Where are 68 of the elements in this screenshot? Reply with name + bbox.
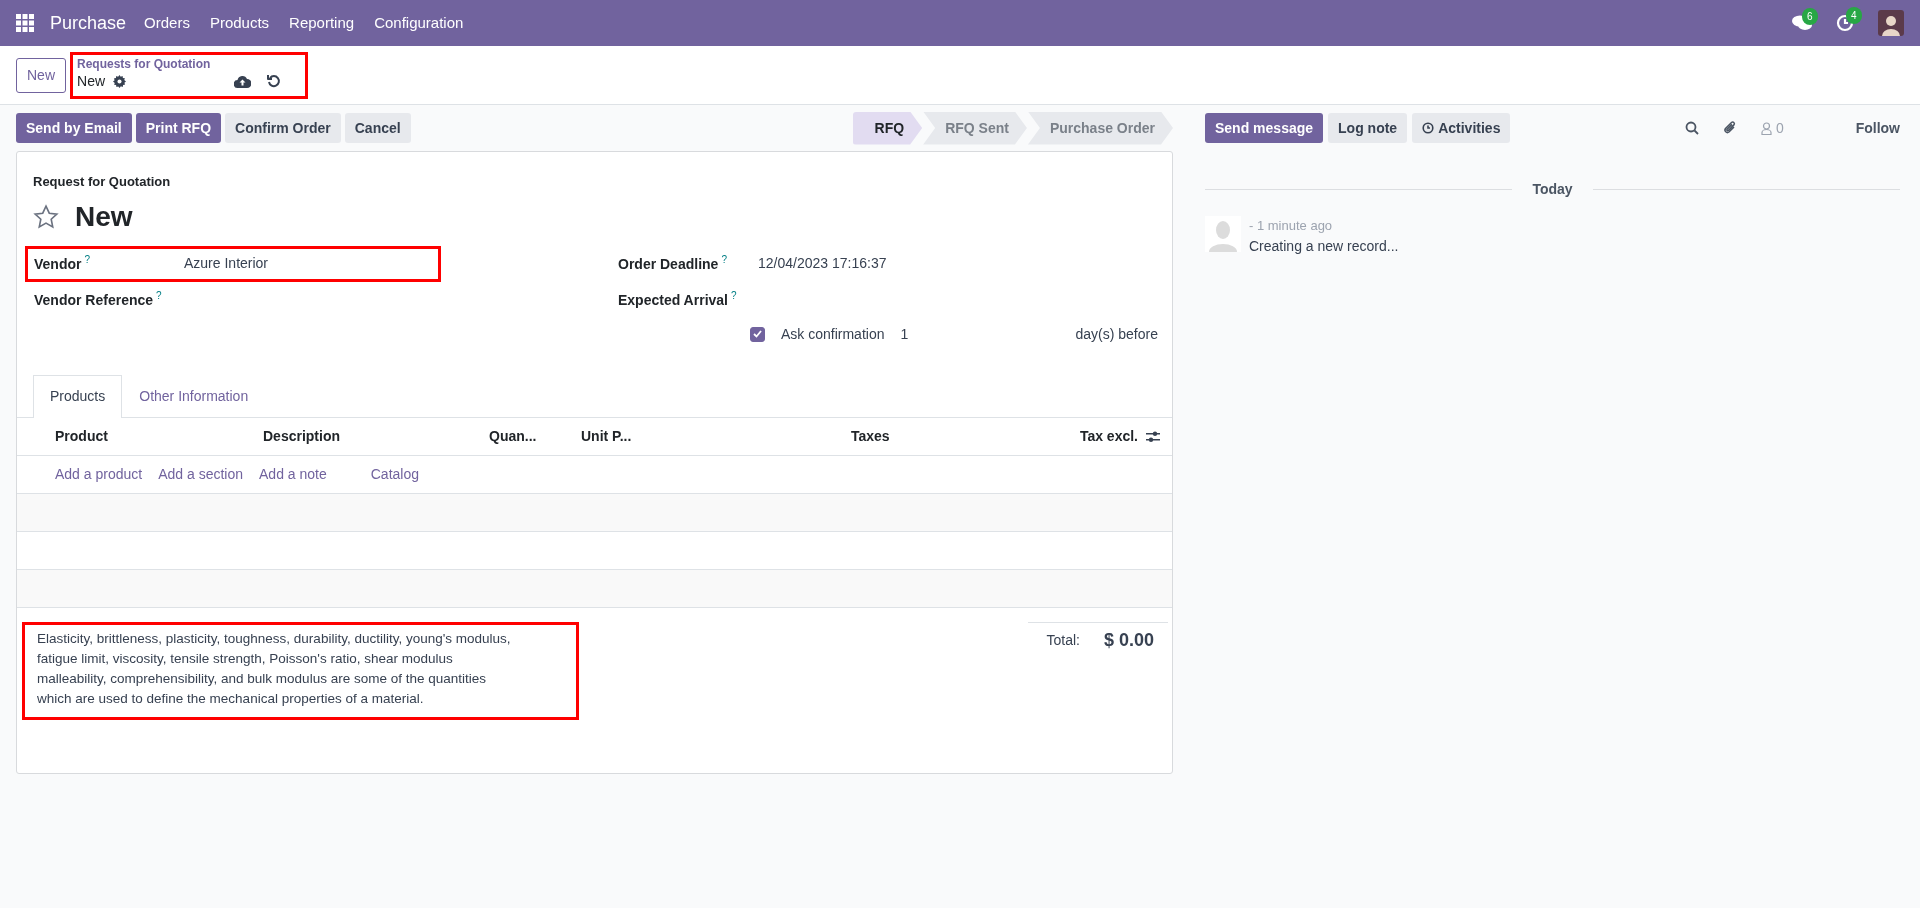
column-header[interactable]: Product bbox=[55, 425, 263, 447]
avatar-silhouette bbox=[1205, 216, 1241, 252]
menu-item[interactable]: Configuration bbox=[364, 11, 474, 35]
form-subtitle: Request for Quotation bbox=[33, 173, 172, 191]
field-label: Vendor bbox=[34, 255, 82, 274]
add-line-link[interactable]: Catalog bbox=[370, 463, 419, 485]
help-mark[interactable]: ? bbox=[731, 290, 737, 302]
days-value[interactable]: 1 bbox=[900, 323, 909, 345]
menu-item[interactable]: Reporting bbox=[279, 11, 365, 35]
menu-item[interactable]: Orders bbox=[134, 11, 200, 35]
status-stage[interactable]: Purchase Order bbox=[1027, 111, 1173, 145]
message-time: - 1 minute ago bbox=[1249, 217, 1334, 235]
chatter-button[interactable]: Activities bbox=[1412, 113, 1511, 143]
clock-icon bbox=[1422, 122, 1435, 134]
checkmark-icon bbox=[753, 330, 762, 338]
chatter-button[interactable]: Log note bbox=[1328, 113, 1408, 143]
paperclip-icon[interactable] bbox=[1722, 120, 1737, 136]
date-separator: Today bbox=[1532, 180, 1573, 199]
add-line-link[interactable]: Add a section bbox=[158, 463, 243, 485]
total-amount: $ 0.00 bbox=[1103, 628, 1154, 652]
action-button[interactable]: Send by Email bbox=[16, 113, 132, 143]
apps-grid-icon[interactable] bbox=[16, 14, 34, 32]
help-mark[interactable]: ? bbox=[721, 254, 727, 266]
cloud-upload-icon[interactable] bbox=[234, 74, 251, 88]
count-badge: 4 bbox=[1846, 7, 1862, 24]
column-header[interactable]: Description bbox=[263, 425, 489, 447]
user-avatar[interactable] bbox=[1878, 10, 1904, 36]
checkbox[interactable] bbox=[750, 326, 765, 342]
form-tab[interactable]: Products bbox=[33, 374, 123, 418]
settings-icon[interactable] bbox=[113, 74, 127, 88]
help-mark[interactable]: ? bbox=[156, 290, 162, 302]
star-icon[interactable] bbox=[33, 203, 59, 230]
column-header[interactable]: Taxes bbox=[851, 425, 1080, 447]
count-badge: 6 bbox=[1802, 8, 1818, 25]
field-value[interactable]: 12/04/2023 17:16:37 bbox=[758, 253, 887, 274]
terms-note[interactable]: Elasticity, brittleness, plasticity, toughness, durability, ductility, young's modulus, fatigue limit, viscosity, tensile strength, Poisson's ratio, shear modulus malleability, comprehensibility, and bulk modulus are some of the quantities which are used to define the mechanical properties of a material. bbox=[37, 628, 519, 709]
field-label: Expected Arrival bbox=[618, 291, 728, 310]
field-label: Order Deadline bbox=[618, 255, 719, 274]
days-suffix: day(s) before bbox=[1075, 324, 1158, 344]
app-title[interactable]: Purchase bbox=[50, 9, 127, 37]
help-mark[interactable]: ? bbox=[84, 254, 91, 266]
column-header[interactable]: Quan... bbox=[489, 425, 581, 447]
action-button[interactable]: Confirm Order bbox=[225, 113, 341, 143]
total-label: Total: bbox=[1046, 630, 1080, 650]
breadcrumb-link[interactable]: Requests for Quotation bbox=[77, 56, 281, 71]
checkbox-label: Ask confirmation bbox=[781, 324, 885, 344]
status-stage[interactable]: RFQ bbox=[852, 111, 923, 145]
record-name: New bbox=[77, 71, 106, 91]
new-button[interactable]: New bbox=[16, 57, 66, 93]
follow-button[interactable]: Follow bbox=[1855, 117, 1900, 139]
add-line-link[interactable]: Add a note bbox=[259, 463, 327, 485]
add-line-link[interactable]: Add a product bbox=[55, 463, 143, 485]
form-tab[interactable]: Other Information bbox=[122, 374, 266, 417]
person-icon bbox=[1760, 121, 1772, 135]
menu-item[interactable]: Products bbox=[199, 11, 280, 35]
record-title: New bbox=[75, 199, 133, 234]
undo-icon[interactable] bbox=[267, 74, 281, 88]
column-header[interactable]: Unit P... bbox=[581, 425, 851, 447]
status-stage[interactable]: RFQ Sent bbox=[923, 111, 1027, 145]
search-icon[interactable] bbox=[1684, 121, 1699, 135]
action-button[interactable]: Cancel bbox=[344, 113, 411, 143]
action-button[interactable]: Print RFQ bbox=[135, 113, 222, 143]
chatter-button[interactable]: Send message bbox=[1205, 113, 1324, 143]
field-value[interactable]: Azure Interior bbox=[184, 253, 269, 274]
message-body: Creating a new record... bbox=[1249, 236, 1399, 256]
field-label: Vendor Reference bbox=[34, 291, 154, 310]
column-header[interactable]: Tax excl. bbox=[1079, 425, 1138, 447]
sliders-icon[interactable] bbox=[1146, 430, 1160, 443]
